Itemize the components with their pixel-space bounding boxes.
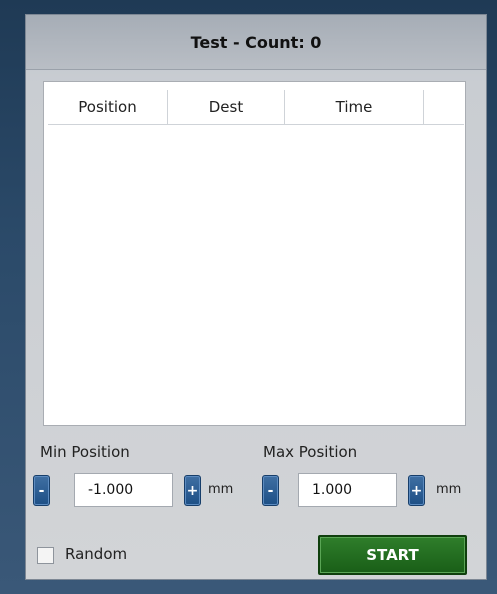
random-label: Random — [65, 545, 128, 563]
column-header-extra[interactable] — [424, 90, 464, 124]
start-button[interactable]: START — [318, 535, 467, 575]
column-header-time[interactable]: Time — [285, 90, 424, 124]
min-position-label: Min Position — [40, 443, 130, 461]
window-title: Test - Count: 0 — [190, 32, 322, 52]
column-header-dest[interactable]: Dest — [168, 90, 285, 124]
max-position-unit: mm — [436, 482, 462, 497]
min-position-input[interactable] — [74, 473, 173, 507]
min-position-decrement-button[interactable]: - — [33, 475, 50, 506]
test-window: Test - Count: 0 Position Dest Time Min P… — [25, 14, 487, 580]
title-bar: Test - Count: 0 — [26, 15, 486, 70]
max-position-decrement-button[interactable]: - — [262, 475, 279, 506]
min-position-unit: mm — [208, 482, 234, 497]
max-position-increment-button[interactable]: + — [408, 475, 425, 506]
max-position-label: Max Position — [263, 443, 358, 461]
results-list[interactable]: Position Dest Time — [43, 81, 466, 426]
min-position-increment-button[interactable]: + — [184, 475, 201, 506]
random-checkbox[interactable] — [37, 547, 54, 564]
list-header: Position Dest Time — [48, 90, 464, 125]
column-header-position[interactable]: Position — [48, 90, 168, 124]
max-position-input[interactable] — [298, 473, 397, 507]
